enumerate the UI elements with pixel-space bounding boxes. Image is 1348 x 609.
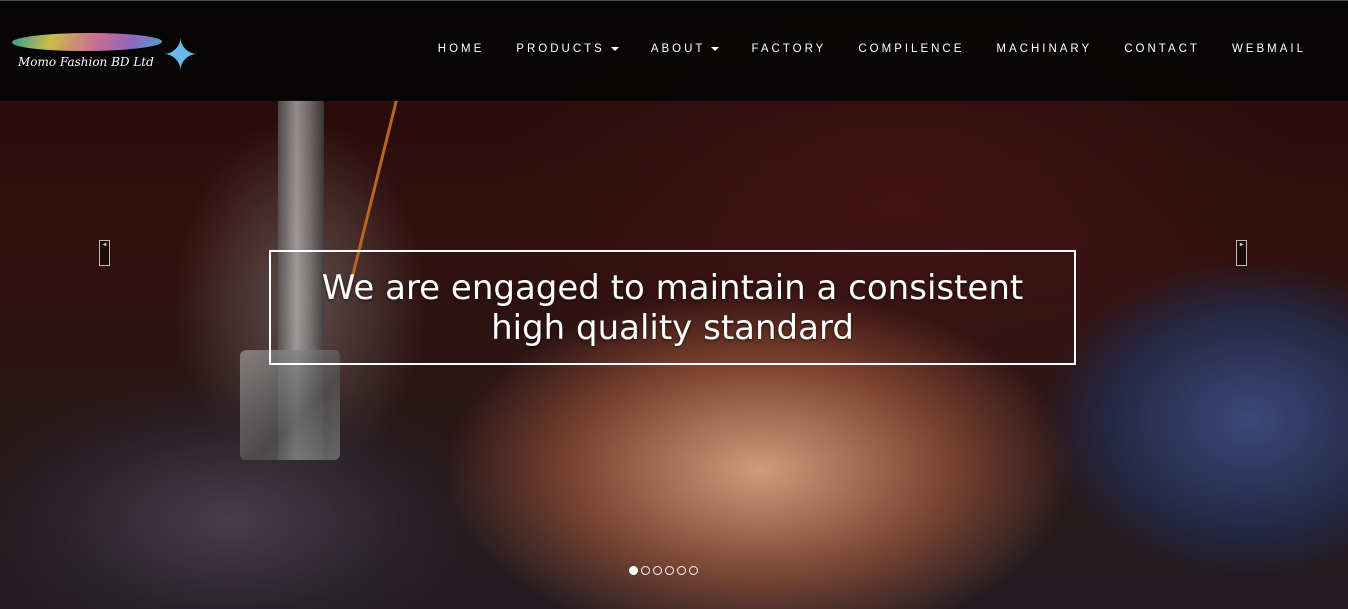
nav-item-machinary[interactable]: MACHINARY [980,41,1108,57]
nav-label: COMPILENCE [858,43,965,55]
nav-item-webmail[interactable]: WEBMAIL [1216,41,1322,57]
nav-item-contact[interactable]: CONTACT [1108,41,1216,57]
slide-caption-box: We are engaged to maintain a consistent … [269,250,1076,365]
presser-foot [240,350,340,460]
nav-item-about[interactable]: ABOUT [635,41,736,57]
slider-dot-2[interactable] [641,566,650,575]
logo-swoosh-icon [8,33,166,51]
site-header: ✦ Momo Fashion BD Ltd HOME PRODUCTS ABOU… [0,0,1348,101]
nav-label: PRODUCTS [516,43,605,55]
nav-label: CONTACT [1124,43,1200,55]
slider-dot-4[interactable] [665,566,674,575]
nav-label: MACHINARY [996,43,1093,55]
main-nav: HOME PRODUCTS ABOUT FACTORY COMPILENCE M… [422,41,1322,57]
arrow-right-icon: ▶ [1239,241,1244,248]
nav-label: FACTORY [751,43,827,55]
arrow-left-icon: ◀ [102,241,107,248]
nav-label: ABOUT [650,43,706,55]
nav-label: WEBMAIL [1231,43,1306,55]
caret-down-icon [610,47,619,51]
nav-item-factory[interactable]: FACTORY [735,41,842,57]
slider-dot-3[interactable] [653,566,662,575]
logo-text: Momo Fashion BD Ltd [18,55,154,69]
slide-caption: We are engaged to maintain a consistent … [321,267,1024,348]
slider-pagination [629,566,698,575]
slider-next-button[interactable]: ▶ [1236,240,1247,266]
logo[interactable]: ✦ Momo Fashion BD Ltd [8,25,199,91]
slider-dot-6[interactable] [689,566,698,575]
caret-down-icon [711,47,720,51]
dancer-figure-icon: ✦ [162,30,199,81]
nav-label: HOME [437,43,485,55]
nav-item-compilence[interactable]: COMPILENCE [842,41,980,57]
nav-item-home[interactable]: HOME [422,41,501,57]
nav-item-products[interactable]: PRODUCTS [500,41,635,57]
thread [351,99,398,276]
slider-dot-5[interactable] [677,566,686,575]
slider-dot-1[interactable] [629,566,638,575]
slider-prev-button[interactable]: ◀ [99,240,110,266]
